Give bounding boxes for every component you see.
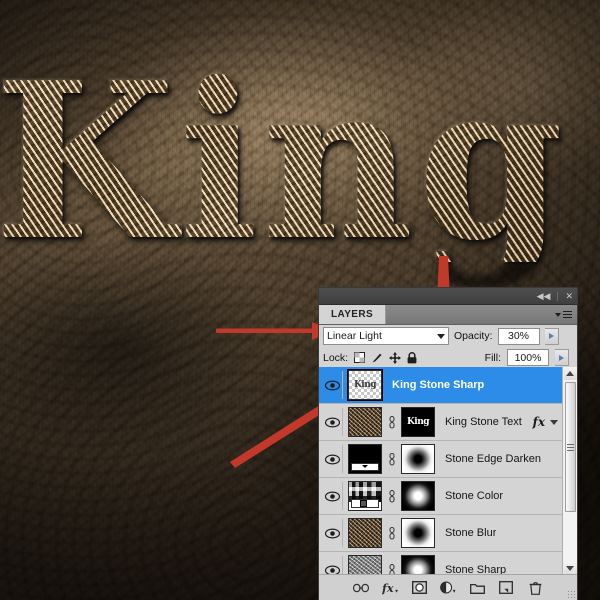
layer-name: King Stone Sharp: [392, 379, 485, 391]
layer-thumbnail[interactable]: [348, 518, 382, 548]
eye-icon: [324, 454, 340, 464]
layer-row-stone-color[interactable]: Stone Color: [319, 478, 563, 515]
fill-input[interactable]: 100%: [507, 349, 549, 366]
layer-visibility-toggle[interactable]: [322, 556, 343, 575]
layer-visibility-toggle[interactable]: [322, 371, 343, 399]
tab-layers[interactable]: LAYERS: [319, 305, 387, 324]
opacity-input[interactable]: 30%: [497, 327, 540, 345]
add-layer-mask-icon[interactable]: [411, 580, 427, 596]
svg-text:fx: fx: [382, 581, 394, 595]
layer-row-king-stone-text[interactable]: King King Stone Text fx: [319, 404, 563, 441]
new-layer-icon[interactable]: [498, 580, 514, 596]
layer-name: Stone Blur: [445, 527, 497, 539]
layer-name: Stone Color: [445, 490, 504, 502]
panel-resize-grip[interactable]: [567, 590, 575, 598]
layer-row-stone-edge-darken[interactable]: Stone Edge Darken: [319, 441, 563, 478]
lock-position-icon[interactable]: [389, 351, 402, 364]
layer-mask-thumbnail[interactable]: [401, 481, 435, 511]
scroll-up-button[interactable]: [563, 367, 577, 380]
panel-titlebar: ◀◀ ✕: [319, 288, 577, 305]
panel-footer-toolbar: fx: [319, 574, 577, 600]
lock-label: Lock:: [323, 351, 349, 364]
layer-style-fx-icon[interactable]: fx: [382, 580, 398, 596]
eye-icon: [324, 491, 340, 501]
scrollbar-track[interactable]: [563, 380, 577, 562]
new-group-icon[interactable]: [469, 580, 485, 596]
menu-lines-icon: [563, 310, 572, 319]
blend-mode-select[interactable]: Linear Light: [323, 327, 449, 345]
eye-icon: [324, 417, 340, 427]
layer-mask-thumbnail[interactable]: [401, 518, 435, 548]
triangle-down-icon: [566, 566, 574, 571]
mask-thumbnail-text: King: [406, 417, 430, 427]
mask-link-icon[interactable]: [387, 452, 396, 466]
layer-mask-thumbnail[interactable]: King: [401, 407, 435, 437]
delete-layer-icon[interactable]: [527, 580, 543, 596]
layer-thumbnail[interactable]: King: [347, 369, 383, 401]
layer-visibility-toggle[interactable]: [322, 482, 343, 510]
layer-row-stone-sharp[interactable]: Stone Sharp: [319, 552, 563, 575]
layer-thumbnail[interactable]: [348, 407, 382, 437]
opacity-value: 30%: [508, 330, 530, 342]
layer-list-scrollbar[interactable]: [562, 367, 577, 575]
layer-row-stone-blur[interactable]: Stone Blur: [319, 515, 563, 552]
chevron-down-icon[interactable]: [550, 419, 558, 425]
gradient-slider-thumb: [351, 499, 379, 508]
dirt-texture-thumb: [349, 408, 381, 436]
opacity-label: Opacity:: [454, 330, 493, 342]
collapse-panel-icon[interactable]: ◀◀: [537, 291, 551, 301]
link-layers-icon[interactable]: [353, 580, 369, 596]
scrollbar-grip-icon: [566, 443, 574, 451]
fill-slider-button[interactable]: [555, 349, 569, 366]
layer-thumbnail[interactable]: [348, 481, 382, 511]
blend-mode-row: Linear Light Opacity: 30%: [319, 325, 577, 347]
titlebar-divider: [557, 291, 559, 301]
fill-value: 100%: [514, 351, 542, 364]
panel-tabstrip: LAYERS: [319, 305, 577, 325]
lock-image-pixels-icon[interactable]: [371, 352, 383, 364]
gradient-slider-thumb: [351, 463, 379, 471]
layer-visibility-toggle[interactable]: [322, 445, 343, 473]
opacity-slider-button[interactable]: [544, 327, 559, 345]
layer-effects-indicator[interactable]: fx: [533, 415, 563, 429]
new-adjustment-layer-icon[interactable]: [440, 580, 456, 596]
panel-menu-button[interactable]: [555, 305, 577, 324]
layer-name: King Stone Text: [445, 416, 522, 428]
chevron-down-icon: [555, 312, 561, 317]
mask-link-icon[interactable]: [387, 489, 396, 503]
lock-row: Lock: Fill: 100%: [319, 347, 577, 369]
mask-link-icon[interactable]: [387, 415, 396, 429]
dirt-texture-thumb: [349, 519, 381, 547]
scrollbar-thumb[interactable]: [564, 382, 576, 512]
layers-panel: ◀◀ ✕ LAYERS Linear Light Opacity: 30% Lo…: [319, 288, 577, 600]
layer-list[interactable]: King King Stone Sharp King King Stone Te…: [319, 367, 563, 575]
close-panel-icon[interactable]: ✕: [565, 291, 573, 301]
layer-row-king-stone-sharp[interactable]: King King Stone Sharp: [319, 367, 563, 404]
layer-mask-thumbnail[interactable]: [401, 444, 435, 474]
layer-thumbnail[interactable]: [348, 444, 382, 474]
eye-icon: [324, 380, 340, 390]
fill-label: Fill:: [484, 351, 501, 364]
lock-transparent-pixels-icon[interactable]: [354, 352, 366, 363]
layer-thumbnail-text: King: [353, 380, 377, 390]
fx-icon: fx: [532, 415, 545, 429]
blend-mode-value: Linear Light: [327, 330, 382, 342]
lock-all-icon[interactable]: [407, 351, 417, 364]
grey-noise-thumb: [349, 556, 381, 575]
chevron-down-icon: [437, 333, 445, 339]
layer-mask-thumbnail[interactable]: [401, 555, 435, 575]
layer-name: Stone Edge Darken: [445, 453, 542, 465]
tab-layers-label: LAYERS: [331, 309, 374, 320]
mask-link-icon[interactable]: [387, 526, 396, 540]
layer-visibility-toggle[interactable]: [322, 408, 343, 436]
layer-thumbnail[interactable]: [348, 555, 382, 575]
triangle-up-icon: [566, 371, 574, 376]
layer-visibility-toggle[interactable]: [322, 519, 343, 547]
eye-icon: [324, 528, 340, 538]
